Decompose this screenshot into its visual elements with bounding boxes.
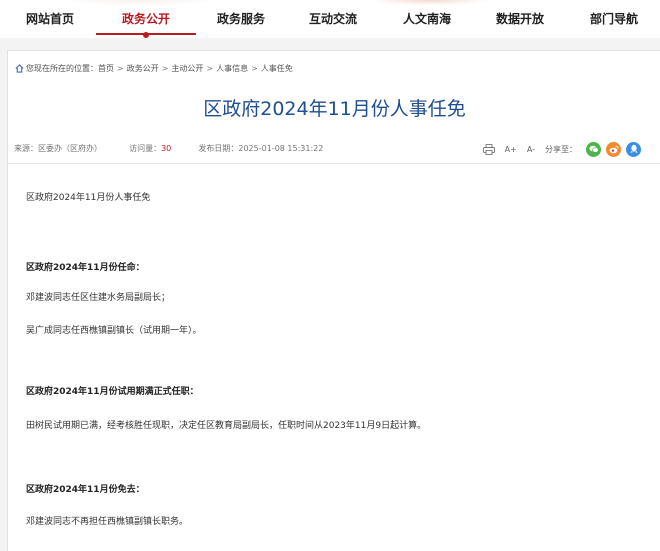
header-divider	[8, 163, 660, 164]
breadcrumb-gov-affairs[interactable]: 政务公开	[127, 64, 159, 73]
breadcrumb: 您现在所在的位置：首页 > 政务公开 > 主动公开 > 人事信息 > 人事任免	[15, 63, 293, 77]
share-wechat-button[interactable]	[586, 141, 601, 157]
body-paragraph: 邓建波同志任区住建水务局副局长；	[26, 293, 171, 303]
breadcrumb-home[interactable]: 首页	[98, 64, 114, 73]
article-tools: A+ A- 分享至：	[473, 139, 641, 159]
section-heading: 区政府2024年11月份免去：	[26, 485, 145, 495]
nav-departments[interactable]: 部门导航	[564, 0, 660, 38]
nav-government-affairs-label: 政务公开	[121, 12, 170, 26]
breadcrumb-public-disclosure[interactable]: 主动公开	[171, 64, 203, 73]
print-icon	[482, 143, 495, 155]
weibo-icon	[609, 145, 619, 153]
top-nav: 网站首页 政务公开 政务服务 互动交流 人文南海 数据开放 部门导航	[0, 0, 660, 38]
wechat-icon	[588, 145, 599, 153]
body-paragraph: 区政府2024年11月份人事任免	[26, 193, 151, 203]
nav-culture[interactable]: 人文南海	[377, 0, 477, 38]
home-icon	[15, 64, 24, 77]
breadcrumb-separator: >	[251, 64, 258, 73]
section-heading: 区政府2024年11月份任命：	[26, 263, 145, 273]
nav-services[interactable]: 政务服务	[191, 0, 291, 38]
breadcrumb-prefix: 您现在所在的位置：	[26, 64, 98, 73]
article-panel: 您现在所在的位置：首页 > 政务公开 > 主动公开 > 人事信息 > 人事任免 区政府2024年…	[7, 50, 660, 551]
views-count: 30	[161, 144, 172, 153]
breadcrumb-separator: >	[161, 64, 169, 73]
breadcrumb-personnel-info[interactable]: 人事信息	[216, 64, 248, 73]
article-meta: 来源：区委办（区府办） 访问量：30 发布日期：2025-01-08 15:31…	[14, 143, 323, 155]
nav-active-indicator	[143, 32, 149, 38]
body-paragraph: 邓建波同志不再担任西樵镇副镇长职务。	[26, 517, 189, 527]
share-qq-button[interactable]	[626, 141, 641, 157]
publish-date: 2025-01-08 15:31:22	[238, 144, 324, 153]
breadcrumb-separator: >	[117, 64, 124, 73]
date-label: 发布日期：	[198, 144, 239, 153]
nav-open-data[interactable]: 数据开放	[470, 0, 570, 38]
body-paragraph: 田树民试用期已满，经考核胜任现职，决定任区教育局副局长，任职时间从2023年11…	[26, 421, 427, 431]
source-label: 来源：	[14, 144, 38, 153]
body-paragraph: 吴广成同志任西樵镇副镇长（试用期一年）。	[26, 326, 202, 336]
font-decrease-button[interactable]: A-	[527, 145, 535, 154]
share-weibo-button[interactable]	[606, 141, 621, 157]
page-title: 区政府2024年11月份人事任免	[203, 98, 466, 120]
nav-home[interactable]: 网站首页	[0, 0, 100, 38]
breadcrumb-separator: >	[206, 64, 214, 73]
qq-icon	[630, 144, 637, 153]
nav-interaction[interactable]: 互动交流	[283, 0, 383, 38]
nav-government-affairs[interactable]: 政务公开	[96, 0, 196, 38]
breadcrumb-appointments[interactable]: 人事任免	[261, 64, 293, 73]
source-value: 区委办（区府办）	[38, 144, 102, 153]
print-button[interactable]	[482, 143, 495, 155]
section-heading: 区政府2024年11月份试用期满正式任职：	[26, 387, 199, 397]
share-label: 分享至：	[545, 144, 577, 154]
font-increase-button[interactable]: A+	[505, 145, 517, 154]
views-label: 访问量：	[129, 144, 162, 153]
